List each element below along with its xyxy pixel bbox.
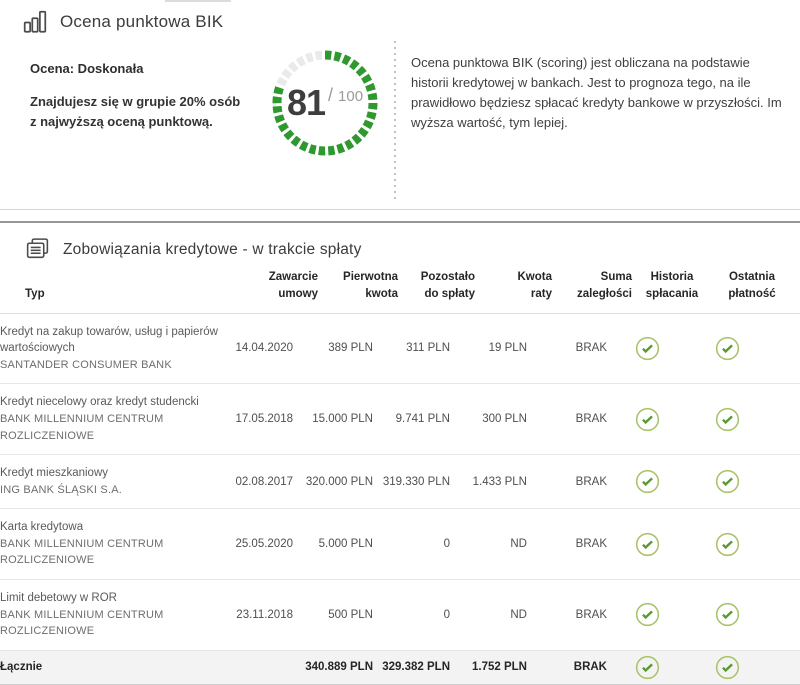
table-row: Karta kredytowa BANK MILLENNIUM CENTRUM …	[0, 509, 800, 580]
bar-chart-icon	[22, 9, 48, 35]
cropped-element-remnant	[165, 0, 231, 2]
credit-type: Limit debetowy w ROR	[0, 590, 218, 607]
col-pierwotna-kwota: Pierwotna kwota	[318, 269, 398, 304]
credit-type: Kredyt mieszkaniowy	[0, 465, 218, 482]
table-row: Kredyt niecelowy oraz kredyt studencki B…	[0, 384, 800, 455]
check-icon	[607, 532, 687, 557]
credit-type: Karta kredytowa	[0, 519, 218, 536]
contract-date: 17.05.2018	[218, 413, 293, 425]
list-icon	[24, 236, 51, 263]
table-row: Limit debetowy w ROR BANK MILLENNIUM CEN…	[0, 580, 800, 651]
summary-remaining: 329.382 PLN	[373, 661, 450, 673]
col-historia-splacania: Historia spłacania	[632, 269, 712, 304]
check-icon	[607, 655, 687, 680]
check-icon	[687, 602, 767, 627]
summary-original: 340.889 PLN	[293, 661, 373, 673]
credit-type: Kredyt niecelowy oraz kredyt studencki	[0, 394, 218, 411]
table-row: Kredyt na zakup towarów, usług i papieró…	[0, 314, 800, 385]
arrears-value: BRAK	[527, 609, 607, 621]
remaining-amount: 9.741 PLN	[373, 413, 450, 425]
check-icon	[687, 407, 767, 432]
contract-date: 25.05.2020	[218, 538, 293, 550]
col-suma-zaleglosci: Suma zaległości	[552, 269, 632, 304]
bank-name: BANK MILLENNIUM CENTRUM ROZLICZENIOWE	[0, 536, 218, 569]
contract-date: 23.11.2018	[218, 609, 293, 621]
contract-date: 14.04.2020	[218, 342, 293, 354]
remaining-amount: 0	[373, 538, 450, 550]
score-gauge: 81 / 100	[265, 43, 385, 163]
arrears-value: BRAK	[527, 342, 607, 354]
check-icon	[687, 532, 767, 557]
rating-label: Ocena: Doskonała	[30, 61, 265, 76]
check-icon	[607, 469, 687, 494]
col-zawarcie-umowy: Zawarcie umowy	[243, 269, 318, 304]
arrears-value: BRAK	[527, 538, 607, 550]
original-amount: 500 PLN	[293, 609, 373, 621]
score-section: Ocena punktowa BIK Ocena: Doskonała Znaj…	[0, 0, 800, 210]
credit-type: Kredyt na zakup towarów, usług i papieró…	[0, 324, 218, 357]
bank-name: SANTANDER CONSUMER BANK	[0, 357, 218, 374]
group-note: Znajdujesz się w grupie 20% osób z najwy…	[30, 92, 265, 132]
check-icon	[607, 336, 687, 361]
score-description: Ocena punktowa BIK (scoring) jest oblicz…	[411, 53, 789, 199]
arrears-value: BRAK	[527, 413, 607, 425]
check-icon	[607, 602, 687, 627]
installment-amount: ND	[450, 609, 527, 621]
bank-name: BANK MILLENNIUM CENTRUM ROZLICZENIOWE	[0, 411, 218, 444]
remaining-amount: 319.330 PLN	[373, 476, 450, 488]
original-amount: 320.000 PLN	[293, 476, 373, 488]
installment-amount: 19 PLN	[450, 342, 527, 354]
liabilities-section: Zobowiązania kredytowe - w trakcie spłat…	[0, 221, 800, 685]
check-icon	[687, 655, 767, 680]
bank-name: BANK MILLENNIUM CENTRUM ROZLICZENIOWE	[0, 607, 218, 640]
summary-installment: 1.752 PLN	[450, 661, 527, 673]
table-row: Kredyt mieszkaniowy ING BANK ŚLĄSKI S.A.…	[0, 455, 800, 509]
section-title: Zobowiązania kredytowe - w trakcie spłat…	[63, 241, 362, 259]
table-header: Typ Zawarcie umowy Pierwotna kwota Pozos…	[0, 263, 800, 314]
score-max: / 100	[328, 85, 363, 106]
original-amount: 15.000 PLN	[293, 413, 373, 425]
check-icon	[687, 469, 767, 494]
installment-amount: 1.433 PLN	[450, 476, 527, 488]
remaining-amount: 0	[373, 609, 450, 621]
original-amount: 5.000 PLN	[293, 538, 373, 550]
col-pozostalo-do-splaty: Pozostało do spłaty	[398, 269, 475, 304]
summary-arrears: BRAK	[527, 661, 607, 673]
bank-name: ING BANK ŚLĄSKI S.A.	[0, 482, 218, 499]
col-typ: Typ	[25, 286, 243, 303]
check-icon	[687, 336, 767, 361]
dotted-divider	[394, 41, 396, 199]
summary-label: Łącznie	[0, 661, 218, 673]
remaining-amount: 311 PLN	[373, 342, 450, 354]
contract-date: 02.08.2017	[218, 476, 293, 488]
col-kwota-raty: Kwota raty	[475, 269, 552, 304]
summary-row: Łącznie 340.889 PLN 329.382 PLN 1.752 PL…	[0, 651, 800, 685]
score-value: 81	[287, 82, 325, 124]
installment-amount: 300 PLN	[450, 413, 527, 425]
check-icon	[607, 407, 687, 432]
installment-amount: ND	[450, 538, 527, 550]
original-amount: 389 PLN	[293, 342, 373, 354]
page-title: Ocena punktowa BIK	[60, 12, 223, 32]
arrears-value: BRAK	[527, 476, 607, 488]
col-ostatnia-platnosc: Ostatnia płatność	[712, 269, 792, 304]
